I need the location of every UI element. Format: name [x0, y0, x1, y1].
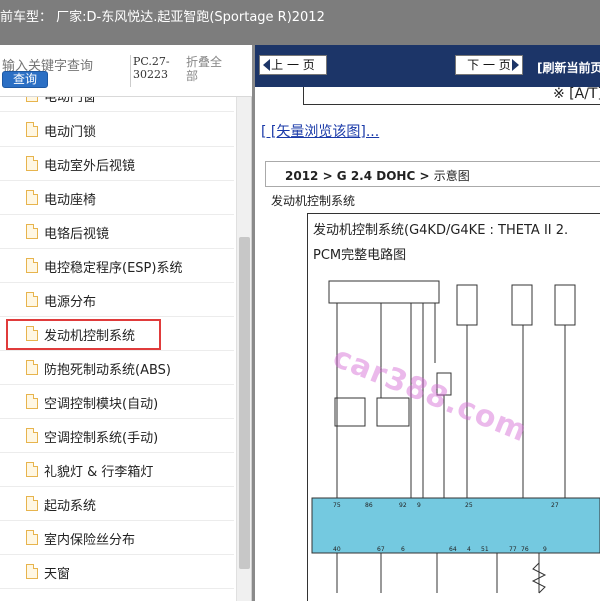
- diagram-title: 发动机控制系统(G4KD/G4KE : THETA II 2.: [313, 223, 569, 238]
- transmission-note: ※ [A/T]: [553, 87, 600, 102]
- tree-scrollbar[interactable]: [236, 97, 251, 601]
- scrollbar-thumb[interactable]: [239, 237, 250, 569]
- svg-text:64: 64: [449, 546, 457, 553]
- tree-item-label: 起动系统: [44, 499, 97, 514]
- tree-item[interactable]: 电动室外后视镜: [0, 147, 234, 181]
- document-icon: [26, 224, 38, 239]
- tree-item[interactable]: 防抱死制动系统(ABS): [0, 351, 234, 385]
- tree-item-label: 电动门窗: [44, 97, 97, 105]
- window-title: 前车型： 厂家:D-东风悦达.起亚智跑(Sportage R)2012: [0, 10, 325, 25]
- document-icon: [26, 122, 38, 137]
- right-arrow-icon: [512, 59, 519, 71]
- document-icon: [26, 190, 38, 205]
- prev-page-button[interactable]: 上 一 页: [259, 55, 327, 75]
- svg-text:86: 86: [365, 502, 373, 509]
- tree-item-label: 发动机控制系统: [44, 329, 136, 344]
- svg-text:77: 77: [509, 546, 517, 553]
- tree-item-label: 空调控制系统(手动): [44, 431, 159, 446]
- title-bar: 前车型： 厂家:D-东风悦达.起亚智跑(Sportage R)2012: [0, 0, 600, 45]
- search-bar: 查询 PC.27-30223 折叠全部: [0, 45, 252, 97]
- svg-text:76: 76: [521, 546, 529, 553]
- tree-item-label: 电动座椅: [44, 193, 97, 208]
- tree-item[interactable]: 室内保险丝分布: [0, 521, 234, 555]
- tree-item-label: 电铬后视镜: [44, 227, 110, 242]
- tree-item[interactable]: 空调控制系统(手动): [0, 419, 234, 453]
- breadcrumb: 2012 > G 2.4 DOHC > 示意图: [285, 167, 470, 184]
- pc-code-label: PC.27-30223: [130, 55, 180, 87]
- next-page-label: 下 一 页: [467, 58, 511, 72]
- document-icon: [26, 97, 38, 102]
- svg-text:25: 25: [465, 502, 473, 509]
- document-icon: [26, 428, 38, 443]
- svg-text:40: 40: [333, 546, 341, 553]
- svg-text:9: 9: [543, 546, 547, 553]
- document-icon: [26, 394, 38, 409]
- document-icon: [26, 530, 38, 545]
- next-page-button[interactable]: 下 一 页: [455, 55, 523, 75]
- prev-page-label: 上 一 页: [271, 58, 315, 72]
- document-icon: [26, 258, 38, 273]
- tree-item-label: 礼貌灯 & 行李箱灯: [44, 465, 154, 480]
- document-icon: [26, 292, 38, 307]
- svg-text:6: 6: [401, 546, 405, 553]
- left-panel: 查询 PC.27-30223 折叠全部 电动门窗 电动门锁 电动室外后视镜 电动…: [0, 45, 252, 601]
- tree-item-label: 防抱死制动系统(ABS): [44, 363, 171, 378]
- document-icon: [26, 496, 38, 511]
- document-content: ※ [A/T] [ [矢量浏览该图]... 2012 > G 2.4 DOHC …: [255, 87, 600, 601]
- tree-item-label: 空调控制模块(自动): [44, 397, 159, 412]
- document-icon: [26, 156, 38, 171]
- document-icon: [26, 564, 38, 579]
- tree-item[interactable]: 起动系统: [0, 487, 234, 521]
- page-navbar: 上 一 页 下 一 页 [刷新当前页: [255, 45, 600, 87]
- diagram-subtitle: PCM完整电路图: [313, 248, 407, 263]
- tree-item[interactable]: 电动门锁: [0, 113, 234, 147]
- left-arrow-icon: [263, 59, 270, 71]
- tree-item-label: 电源分布: [44, 295, 97, 310]
- tree-item[interactable]: 电控稳定程序(ESP)系统: [0, 249, 234, 283]
- document-icon: [26, 360, 38, 375]
- svg-text:27: 27: [551, 502, 559, 509]
- section-title: 发动机控制系统: [271, 194, 356, 208]
- svg-text:92: 92: [399, 502, 407, 509]
- tree-item[interactable]: 礼貌灯 & 行李箱灯: [0, 453, 234, 487]
- tree-item-label: 电控稳定程序(ESP)系统: [44, 261, 183, 276]
- breadcrumb-end: 示意图: [433, 169, 470, 183]
- svg-text:67: 67: [377, 546, 385, 553]
- document-icon: [26, 326, 38, 341]
- tree-item[interactable]: 空调控制模块(自动): [0, 385, 234, 419]
- breadcrumb-path: 2012 > G 2.4 DOHC >: [285, 169, 434, 183]
- svg-text:75: 75: [333, 502, 341, 509]
- tree-item[interactable]: 天窗: [0, 555, 234, 589]
- svg-text:51: 51: [481, 546, 489, 553]
- collapse-all-button[interactable]: 折叠全部: [186, 55, 232, 83]
- tree-item-label: 天窗: [44, 567, 71, 582]
- tree-item[interactable]: 电动座椅: [0, 181, 234, 215]
- tree-item[interactable]: 电铬后视镜: [0, 215, 234, 249]
- tree-item-label: 电动门锁: [44, 125, 97, 140]
- refresh-page-link[interactable]: [刷新当前页: [537, 59, 600, 76]
- tree-item[interactable]: 电源分布: [0, 283, 234, 317]
- svg-text:9: 9: [417, 502, 421, 509]
- vector-view-link[interactable]: [ [矢量浏览该图]...: [261, 121, 379, 141]
- document-icon: [26, 462, 38, 477]
- search-button[interactable]: 查询: [2, 71, 48, 88]
- svg-text:4: 4: [467, 546, 471, 553]
- right-panel: 上 一 页 下 一 页 [刷新当前页 ※ [A/T] [ [矢量浏览该图]...…: [252, 45, 600, 601]
- circuit-diagram: 75 86 92 9 25 27 40 67 6 64 4 51 77 76 9: [311, 280, 600, 594]
- tree-item-label: 室内保险丝分布: [44, 533, 136, 548]
- tree-list: 电动门窗 电动门锁 电动室外后视镜 电动座椅 电铬后视镜 电控稳定程序(ESP)…: [0, 97, 234, 601]
- tree-item[interactable]: 电动门窗: [0, 97, 234, 112]
- tree-item-selected[interactable]: 发动机控制系统: [0, 317, 234, 351]
- tree-item-label: 电动室外后视镜: [44, 159, 136, 174]
